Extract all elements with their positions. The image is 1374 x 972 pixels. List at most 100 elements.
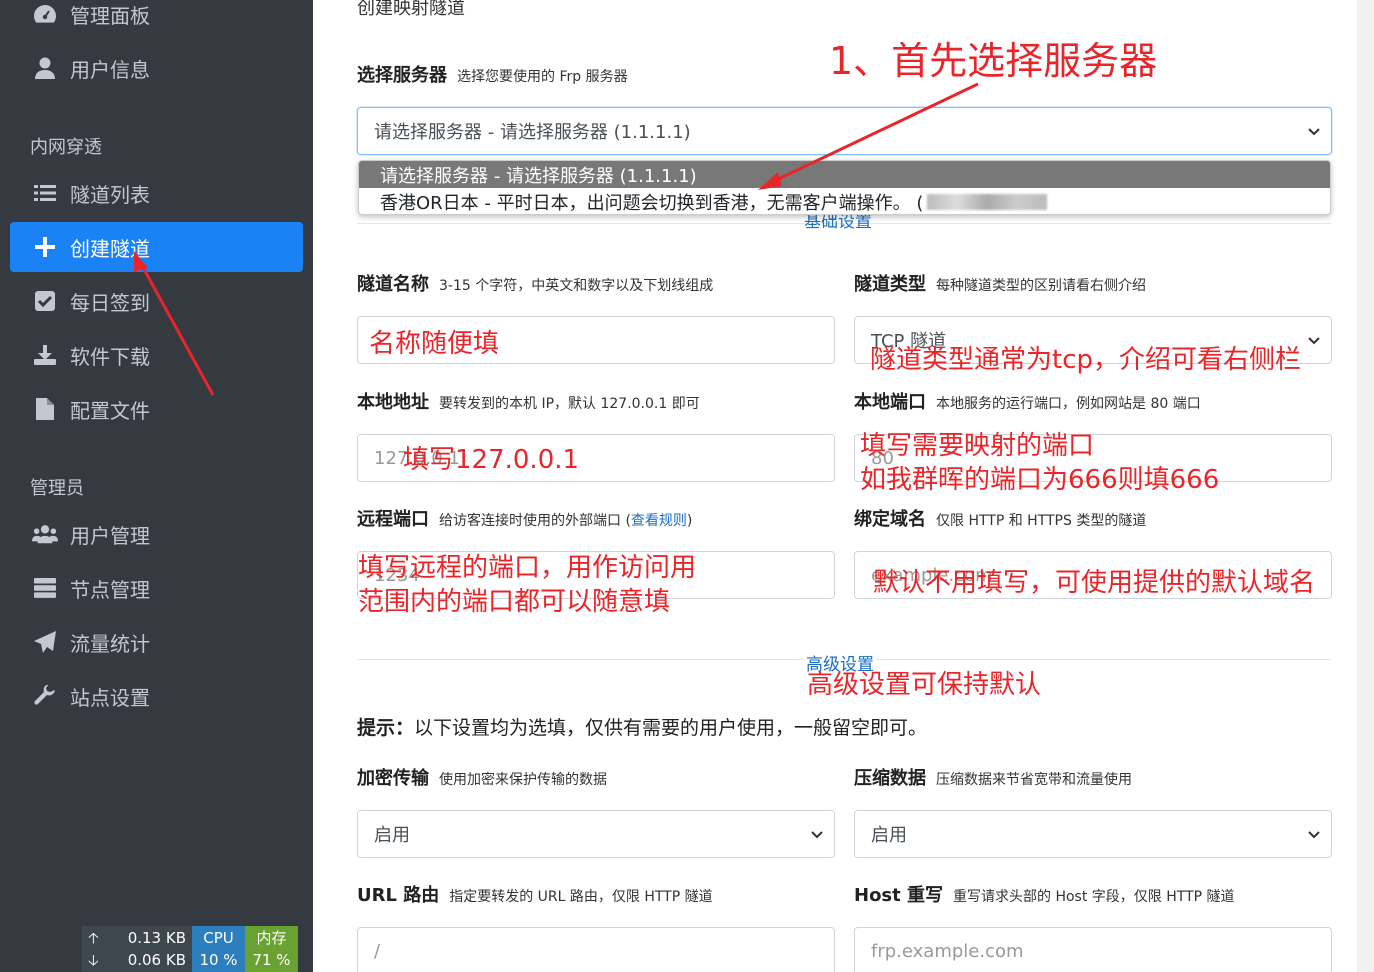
network-stat: 🡡 0.13 KB 🡣 0.06 KB	[82, 926, 192, 972]
sidebar-item-user-info[interactable]: 用户信息	[10, 43, 303, 93]
users-icon	[32, 521, 58, 547]
encrypt-value: 启用	[374, 825, 410, 846]
encrypt-select[interactable]: 启用	[357, 810, 835, 858]
sidebar-item-node-management[interactable]: 节点管理	[10, 563, 303, 613]
sidebar-item-label: 软件下载	[70, 344, 150, 369]
annotation-step1: 1、首先选择服务器	[829, 39, 1158, 83]
memory-label: 内存	[256, 929, 287, 947]
compress-help: 压缩数据来节省宽带和流量使用	[936, 772, 1132, 788]
check-square-icon	[32, 288, 58, 314]
url-route-help: 指定要转发的 URL 路由，仅限 HTTP 隧道	[449, 889, 713, 905]
domain-help: 仅限 HTTP 和 HTTPS 类型的隧道	[936, 513, 1147, 529]
memory-stat: 内存 71 %	[245, 926, 298, 972]
compress-value: 启用	[871, 825, 907, 846]
sidebar-item-label: 用户信息	[70, 57, 150, 82]
server-option-hk-jp[interactable]: 香港OR日本 - 平时日本，出问题会切换到香港，无需客户端操作。 (	[359, 188, 1330, 214]
cpu-label: CPU	[203, 929, 234, 947]
cpu-stat: CPU 10 %	[192, 926, 245, 972]
sidebar-item-tunnel-list[interactable]: 隧道列表	[10, 168, 303, 218]
sidebar-item-label: 流量统计	[70, 631, 150, 656]
annotation-remote-2: 范围内的端口都可以随意填	[358, 587, 671, 617]
sidebar-item-traffic-stats[interactable]: 流量统计	[10, 617, 303, 667]
sidebar: 管理面板 用户信息 内网穿透 隧道列表 创建隧道 每日签到 软件下载 配置文件 …	[0, 0, 313, 972]
sidebar-item-config-files[interactable]: 配置文件	[10, 384, 303, 434]
sidebar-item-dashboard[interactable]: 管理面板	[10, 0, 303, 39]
host-rewrite-input[interactable]: frp.example.com	[854, 927, 1332, 972]
chevron-down-icon	[810, 825, 824, 846]
dashboard-icon	[32, 1, 58, 27]
local-port-help: 本地服务的运行端口，例如网站是 80 端口	[936, 396, 1201, 412]
list-icon	[32, 180, 58, 206]
compress-select[interactable]: 启用	[854, 810, 1332, 858]
server-select[interactable]: 请选择服务器 - 请选择服务器 (1.1.1.1)	[357, 107, 1332, 155]
server-help: 选择您要使用的 Frp 服务器	[457, 69, 628, 85]
annotation-remote-1: 填写远程的端口，用作访问用	[358, 553, 697, 583]
sidebar-item-label: 节点管理	[70, 577, 150, 602]
tunnel-type-label: 隧道类型 每种隧道类型的区别请看右侧介绍	[854, 274, 1146, 295]
sidebar-item-site-settings[interactable]: 站点设置	[10, 671, 303, 721]
paper-plane-icon	[32, 629, 58, 655]
sidebar-item-label: 创建隧道	[70, 236, 150, 261]
server-dropdown[interactable]: 请选择服务器 - 请选择服务器 (1.1.1.1) 香港OR日本 - 平时日本，…	[358, 160, 1331, 215]
redacted-ip	[927, 193, 1048, 210]
system-stats: 🡡 0.13 KB 🡣 0.06 KB CPU 10 % 内存 71 %	[82, 926, 298, 972]
remote-port-label: 远程端口 给访客连接时使用的外部端口 (查看规则)	[357, 509, 693, 530]
host-rewrite-label: Host 重写 重写请求头部的 Host 字段，仅限 HTTP 隧道	[854, 885, 1235, 906]
annotation-domain: 默认不用填写，可使用提供的默认域名	[873, 568, 1316, 598]
annotation-local-port-2: 如我群晖的端口为666则填666	[860, 465, 1220, 495]
compress-label: 压缩数据 压缩数据来节省宽带和流量使用	[854, 768, 1132, 789]
encrypt-help: 使用加密来保护传输的数据	[439, 772, 607, 788]
download-arrow-icon: 🡣	[88, 951, 99, 969]
cpu-value: 10 %	[199, 951, 238, 969]
chevron-down-icon	[1307, 825, 1321, 846]
sidebar-item-label: 隧道列表	[70, 182, 150, 207]
domain-label: 绑定域名 仅限 HTTP 和 HTTPS 类型的隧道	[854, 509, 1147, 530]
annotation-advanced: 高级设置可保持默认	[807, 670, 1042, 700]
server-option-default[interactable]: 请选择服务器 - 请选择服务器 (1.1.1.1)	[359, 161, 1330, 188]
download-icon	[32, 342, 58, 368]
annotation-local-ip: 填写127.0.0.1	[403, 445, 580, 475]
annotation-local-port-1: 填写需要映射的端口	[860, 431, 1095, 461]
wrench-icon	[32, 683, 58, 709]
remote-port-help: 给访客连接时使用的外部端口 (查看规则)	[439, 513, 693, 529]
annotation-name: 名称随便填	[369, 329, 500, 359]
card-title: 创建映射隧道	[357, 0, 465, 19]
tunnel-type-help: 每种隧道类型的区别请看右侧介绍	[936, 278, 1146, 294]
sidebar-item-label: 每日签到	[70, 290, 150, 315]
file-icon	[32, 396, 58, 422]
view-rules-link[interactable]: 查看规则	[631, 513, 687, 529]
server-label: 选择服务器 选择您要使用的 Frp 服务器	[357, 65, 628, 86]
host-rewrite-help: 重写请求头部的 Host 字段，仅限 HTTP 隧道	[953, 889, 1235, 905]
sidebar-item-label: 站点设置	[70, 685, 150, 710]
url-route-input[interactable]: /	[357, 927, 835, 972]
plus-icon	[32, 234, 58, 260]
sidebar-item-user-management[interactable]: 用户管理	[10, 509, 303, 559]
server-icon	[32, 575, 58, 601]
tunnel-name-help: 3-15 个字符，中英文和数字以及下划线组成	[439, 278, 714, 294]
memory-value: 71 %	[252, 951, 291, 969]
annotation-type: 隧道类型通常为tcp，介绍可看右侧栏	[870, 345, 1301, 375]
sidebar-item-label: 用户管理	[70, 523, 150, 548]
scrollbar[interactable]	[1357, 0, 1374, 972]
user-icon	[32, 55, 58, 81]
sidebar-item-label: 管理面板	[70, 3, 150, 28]
local-port-label: 本地端口 本地服务的运行端口，例如网站是 80 端口	[854, 392, 1201, 413]
sidebar-item-daily-checkin[interactable]: 每日签到	[10, 276, 303, 326]
nav-header-admin: 管理员	[30, 478, 84, 499]
sidebar-item-downloads[interactable]: 软件下载	[10, 330, 303, 380]
upload-arrow-icon: 🡡	[88, 929, 99, 947]
encrypt-label: 加密传输 使用加密来保护传输的数据	[357, 768, 607, 789]
local-ip-help: 要转发到的本机 IP，默认 127.0.0.1 即可	[439, 396, 700, 412]
download-rate: 0.06 KB	[127, 951, 186, 969]
url-route-label: URL 路由 指定要转发的 URL 路由，仅限 HTTP 隧道	[357, 885, 713, 906]
server-select-value: 请选择服务器 - 请选择服务器 (1.1.1.1)	[374, 122, 691, 143]
sidebar-item-label: 配置文件	[70, 398, 150, 423]
tip: 提示：以下设置均为选填，仅供有需要的用户使用，一般留空即可。	[357, 717, 928, 739]
chevron-down-icon	[1307, 331, 1321, 352]
tunnel-name-label: 隧道名称 3-15 个字符，中英文和数字以及下划线组成	[357, 274, 714, 295]
sidebar-item-create-tunnel[interactable]: 创建隧道	[10, 222, 303, 272]
chevron-down-icon	[1307, 122, 1321, 143]
local-ip-label: 本地地址 要转发到的本机 IP，默认 127.0.0.1 即可	[357, 392, 700, 413]
nav-header-intranet: 内网穿透	[30, 137, 102, 158]
upload-rate: 0.13 KB	[127, 929, 186, 947]
